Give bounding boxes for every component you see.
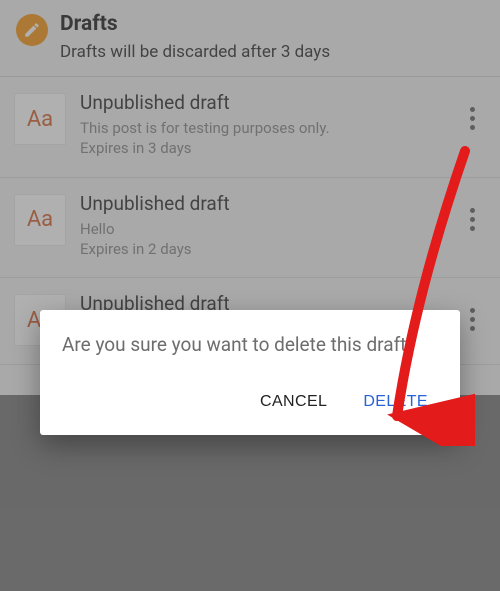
modal-scrim[interactable] [0,0,500,591]
delete-button[interactable]: DELETE [359,387,432,417]
cancel-button[interactable]: CANCEL [256,387,331,417]
dialog-message: Are you sure you want to delete this dra… [62,332,438,359]
confirm-delete-dialog: Are you sure you want to delete this dra… [40,310,460,435]
dialog-actions: CANCEL DELETE [62,381,438,425]
